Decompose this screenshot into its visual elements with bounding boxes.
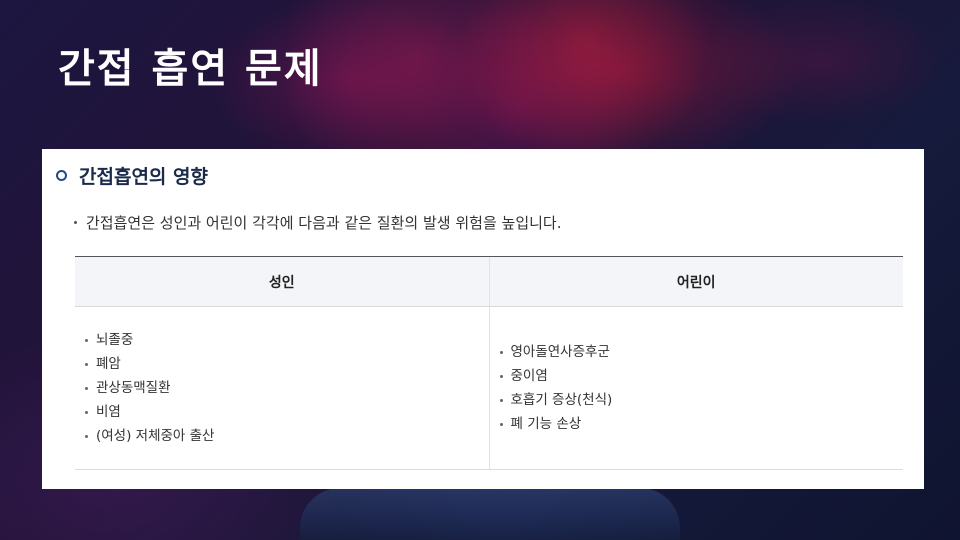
dot-bullet-icon bbox=[499, 398, 503, 402]
slide-title: 간접 흡연 문제 bbox=[58, 46, 323, 92]
intro-text: 간접흡연은 성인과 어린이 각각에 다음과 같은 질환의 발생 위험을 높입니다… bbox=[86, 214, 562, 232]
list-item-text: 영아돌연사증후군 bbox=[510, 344, 610, 360]
dot-bullet-icon bbox=[85, 410, 88, 414]
list-item-text: 폐 기능 손상 bbox=[510, 416, 582, 432]
list-item: (여성) 저체중아 출산 bbox=[85, 424, 489, 448]
table-body-row: 뇌졸중 폐암 관상동맥질환 비염 (여성) 저체중아 출산 영아돌연사증후군 중… bbox=[75, 307, 903, 469]
smoke-decoration bbox=[290, 0, 710, 150]
list-item-text: 관상동맥질환 bbox=[96, 380, 171, 396]
list-item-text: 뇌졸중 bbox=[96, 332, 134, 348]
child-cell: 영아돌연사증후군 중이염 호흡기 증상(천식) 폐 기능 손상 bbox=[488, 307, 904, 469]
dot-bullet-icon bbox=[499, 374, 503, 378]
list-item-text: 중이염 bbox=[510, 368, 548, 384]
dot-bullet-icon bbox=[499, 350, 503, 354]
section-heading-text: 간접흡연의 영향 bbox=[79, 166, 208, 188]
list-item: 폐 기능 손상 bbox=[499, 412, 904, 436]
content-card: 간접흡연의 영향 간접흡연은 성인과 어린이 각각에 다음과 같은 질환의 발생… bbox=[42, 149, 924, 489]
dot-bullet-icon bbox=[74, 221, 77, 224]
dot-bullet-icon bbox=[85, 362, 88, 366]
dot-bullet-icon bbox=[85, 338, 88, 342]
list-item: 뇌졸중 bbox=[85, 328, 489, 352]
list-item: 영아돌연사증후군 bbox=[499, 340, 904, 364]
column-header-child: 어린이 bbox=[488, 257, 904, 306]
list-item-text: (여성) 저체중아 출산 bbox=[96, 428, 215, 444]
list-item-text: 폐암 bbox=[96, 356, 121, 372]
list-item: 중이염 bbox=[499, 364, 904, 388]
ring-bullet-icon bbox=[56, 170, 67, 181]
dot-bullet-icon bbox=[499, 422, 503, 426]
intro-text-line: 간접흡연은 성인과 어린이 각각에 다음과 같은 질환의 발생 위험을 높입니다… bbox=[74, 212, 561, 233]
adult-cell: 뇌졸중 폐암 관상동맥질환 비염 (여성) 저체중아 출산 bbox=[75, 307, 489, 469]
list-item-text: 호흡기 증상(천식) bbox=[510, 392, 613, 408]
table-header-row: 성인 어린이 bbox=[75, 257, 903, 307]
list-item: 폐암 bbox=[85, 352, 489, 376]
list-item: 비염 bbox=[85, 400, 489, 424]
jeans-decoration bbox=[300, 488, 680, 540]
dot-bullet-icon bbox=[85, 386, 88, 390]
list-item-text: 비염 bbox=[96, 404, 121, 420]
list-item: 호흡기 증상(천식) bbox=[499, 388, 904, 412]
disease-table: 성인 어린이 뇌졸중 폐암 관상동맥질환 비염 (여성) 저체중아 출산 영아돌… bbox=[75, 256, 903, 470]
column-header-adult: 성인 bbox=[268, 274, 295, 291]
dot-bullet-icon bbox=[85, 434, 88, 438]
section-heading: 간접흡연의 영향 bbox=[56, 162, 208, 189]
list-item: 관상동맥질환 bbox=[85, 376, 489, 400]
